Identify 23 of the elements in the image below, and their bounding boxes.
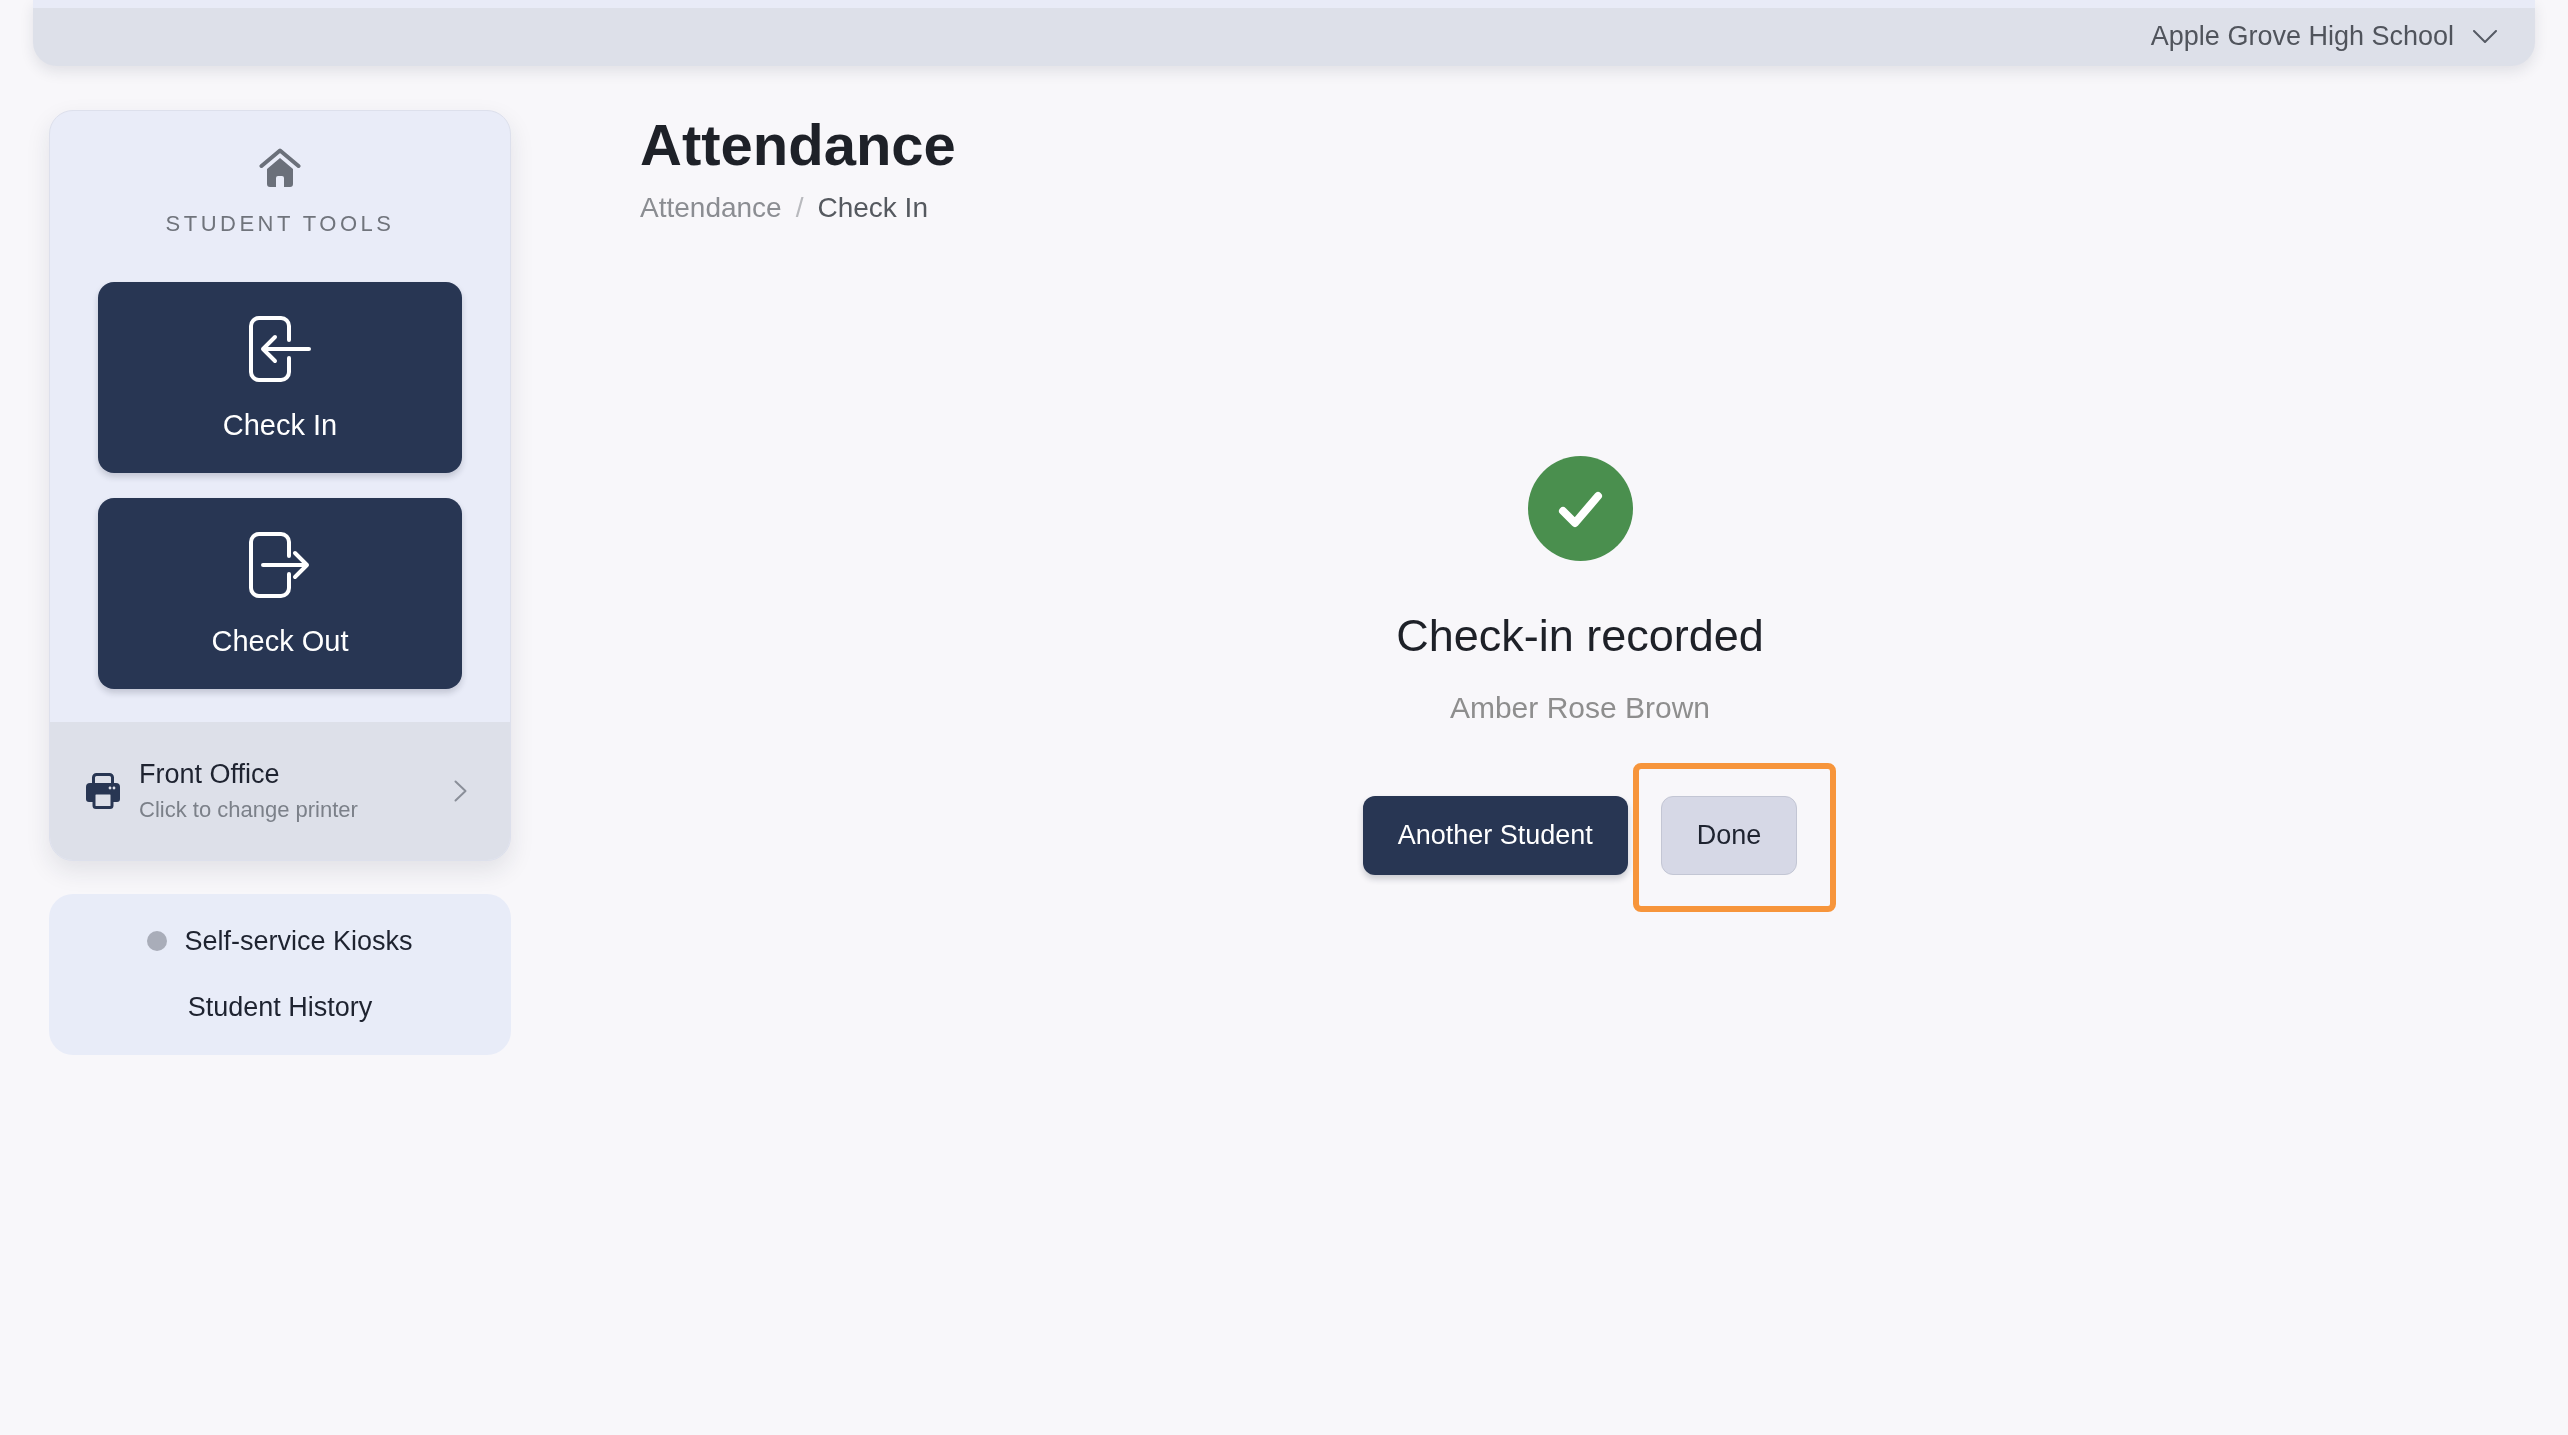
check-circle-icon <box>1527 456 1633 561</box>
status-message: Check-in recorded <box>1396 609 1764 663</box>
breadcrumb-current: Check In <box>817 191 928 225</box>
printer-icon <box>86 773 120 809</box>
secondary-button[interactable]: Done <box>1660 796 1798 875</box>
page-title: Attendance <box>640 111 956 179</box>
school-selector[interactable]: Apple Grove High School <box>2150 20 2497 52</box>
printer-name: Front Office <box>139 759 281 790</box>
tool-button[interactable]: Check Out <box>98 498 462 689</box>
printer-hint: Click to change printer <box>139 796 358 823</box>
nav-link[interactable]: Student History <box>187 974 373 1040</box>
primary-button[interactable]: Another Student <box>1362 796 1628 875</box>
student-name: Amber Rose Brown <box>1449 690 1711 726</box>
tool-button[interactable]: Check In <box>98 282 462 473</box>
enter-icon <box>249 316 311 382</box>
nav-link[interactable]: Self-service Kiosks <box>147 908 413 974</box>
chevron-right-icon <box>454 780 467 802</box>
home-icon <box>259 148 301 188</box>
printer-selector[interactable]: Front Office Click to change printer <box>50 722 510 860</box>
breadcrumb-separator: / <box>795 191 804 225</box>
exit-icon <box>249 532 311 598</box>
chevron-down-icon <box>2473 29 2497 43</box>
section-label: STUDENT TOOLS <box>165 211 395 237</box>
